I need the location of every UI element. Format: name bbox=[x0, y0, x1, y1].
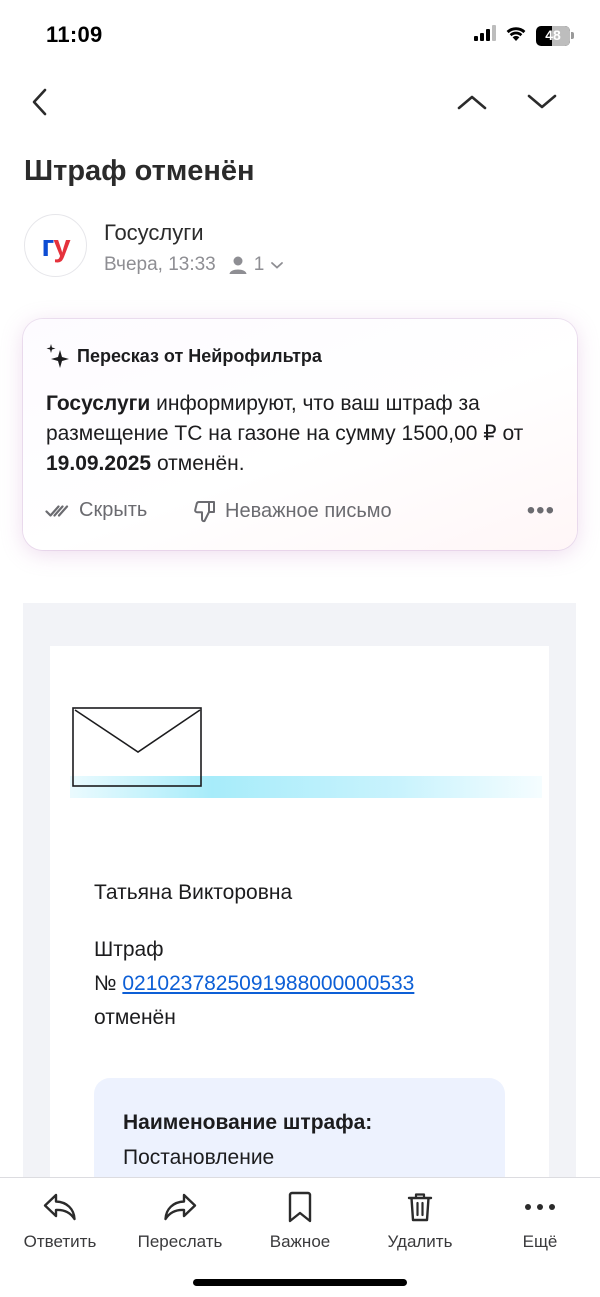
bookmark-icon bbox=[288, 1191, 312, 1223]
sender-meta[interactable]: Вчера, 13:33 1 bbox=[104, 254, 284, 276]
wifi-icon bbox=[504, 24, 528, 47]
summary-date: 19.09.2025 bbox=[46, 452, 152, 475]
gosuslugi-logo-icon: гу bbox=[41, 227, 70, 263]
forward-icon bbox=[164, 1193, 197, 1221]
important-button[interactable]: Важное bbox=[245, 1190, 355, 1252]
previous-message-button[interactable] bbox=[450, 80, 494, 124]
more-button[interactable]: Ещё bbox=[485, 1190, 595, 1252]
delete-label: Удалить bbox=[387, 1232, 453, 1251]
sparkle-icon bbox=[46, 344, 69, 368]
fine-name-value: Постановление bbox=[123, 1146, 275, 1169]
status-time: 11:09 bbox=[46, 22, 103, 47]
delete-button[interactable]: Удалить bbox=[365, 1190, 475, 1252]
sender-avatar[interactable]: гу bbox=[24, 214, 87, 277]
summary-title: Пересказ от Нейрофильтра bbox=[77, 345, 322, 366]
summary-sender: Госуслуги bbox=[46, 392, 151, 415]
reply-icon bbox=[43, 1193, 76, 1221]
important-label: Важное bbox=[269, 1232, 331, 1251]
recipient-name: Татьяна Викторовна bbox=[94, 881, 293, 904]
status-icons: 48 bbox=[474, 24, 574, 47]
chevron-down-icon bbox=[527, 94, 557, 109]
fine-status: Штраф № 0210237825091988000000533 отменё… bbox=[94, 933, 414, 1035]
cellular-signal-icon bbox=[474, 25, 496, 46]
unimportant-email-button[interactable]: Неважное письмо bbox=[193, 499, 392, 523]
hide-summary-button[interactable]: Скрыть bbox=[45, 499, 147, 522]
unimportant-label: Неважное письмо bbox=[225, 499, 392, 522]
back-button[interactable] bbox=[18, 80, 62, 124]
fine-number-link[interactable]: 0210237825091988000000533 bbox=[122, 972, 414, 995]
battery-level: 48 bbox=[545, 26, 561, 43]
chevron-down-small-icon bbox=[271, 262, 284, 269]
summary-text: Госуслуги информируют, что ваш штраф за … bbox=[46, 392, 524, 475]
thumbs-down-icon bbox=[194, 501, 215, 523]
sender-name[interactable]: Госуслуги bbox=[104, 220, 204, 246]
fine-word: Штраф bbox=[94, 938, 164, 961]
summary-actions: Скрыть Неважное письмо ••• bbox=[45, 497, 555, 527]
fine-cancelled: отменён bbox=[94, 1006, 176, 1029]
chevron-left-icon bbox=[32, 88, 47, 116]
sender-row: гу Госуслуги Вчера, 13:33 1 bbox=[24, 214, 584, 278]
forward-button[interactable]: Переслать bbox=[125, 1190, 235, 1252]
hide-label: Скрыть bbox=[79, 499, 148, 521]
reply-label: Ответить bbox=[23, 1232, 97, 1251]
message-navigation bbox=[0, 80, 600, 124]
chevron-up-icon bbox=[457, 95, 487, 110]
fine-name-label: Наименование штрафа: bbox=[123, 1111, 373, 1134]
envelope-icon bbox=[72, 707, 202, 787]
home-indicator[interactable] bbox=[193, 1279, 407, 1286]
recipients-count: 1 bbox=[253, 254, 265, 275]
email-subject: Штраф отменён bbox=[24, 155, 255, 187]
reply-button[interactable]: Ответить bbox=[5, 1190, 115, 1252]
number-prefix: № bbox=[94, 972, 123, 995]
more-dots-icon bbox=[525, 1204, 555, 1210]
email-body-frame: Татьяна Викторовна Штраф № 0210237825091… bbox=[23, 603, 576, 1218]
summary-header: Пересказ от Нейрофильтра bbox=[45, 343, 322, 369]
email-body: Татьяна Викторовна Штраф № 0210237825091… bbox=[50, 646, 549, 1218]
trash-icon bbox=[407, 1193, 433, 1222]
email-date: Вчера, 13:33 bbox=[104, 254, 216, 275]
summary-more-button[interactable]: ••• bbox=[527, 497, 555, 525]
neurofilter-summary-card: Пересказ от Нейрофильтра Госуслуги инфор… bbox=[23, 319, 577, 550]
next-message-button[interactable] bbox=[520, 80, 564, 124]
forward-label: Переслать bbox=[137, 1232, 223, 1251]
double-check-icon bbox=[45, 504, 69, 517]
status-bar: 11:09 48 bbox=[0, 0, 600, 72]
more-label: Ещё bbox=[522, 1232, 558, 1251]
person-icon bbox=[229, 256, 247, 274]
battery-icon: 48 bbox=[536, 25, 574, 46]
